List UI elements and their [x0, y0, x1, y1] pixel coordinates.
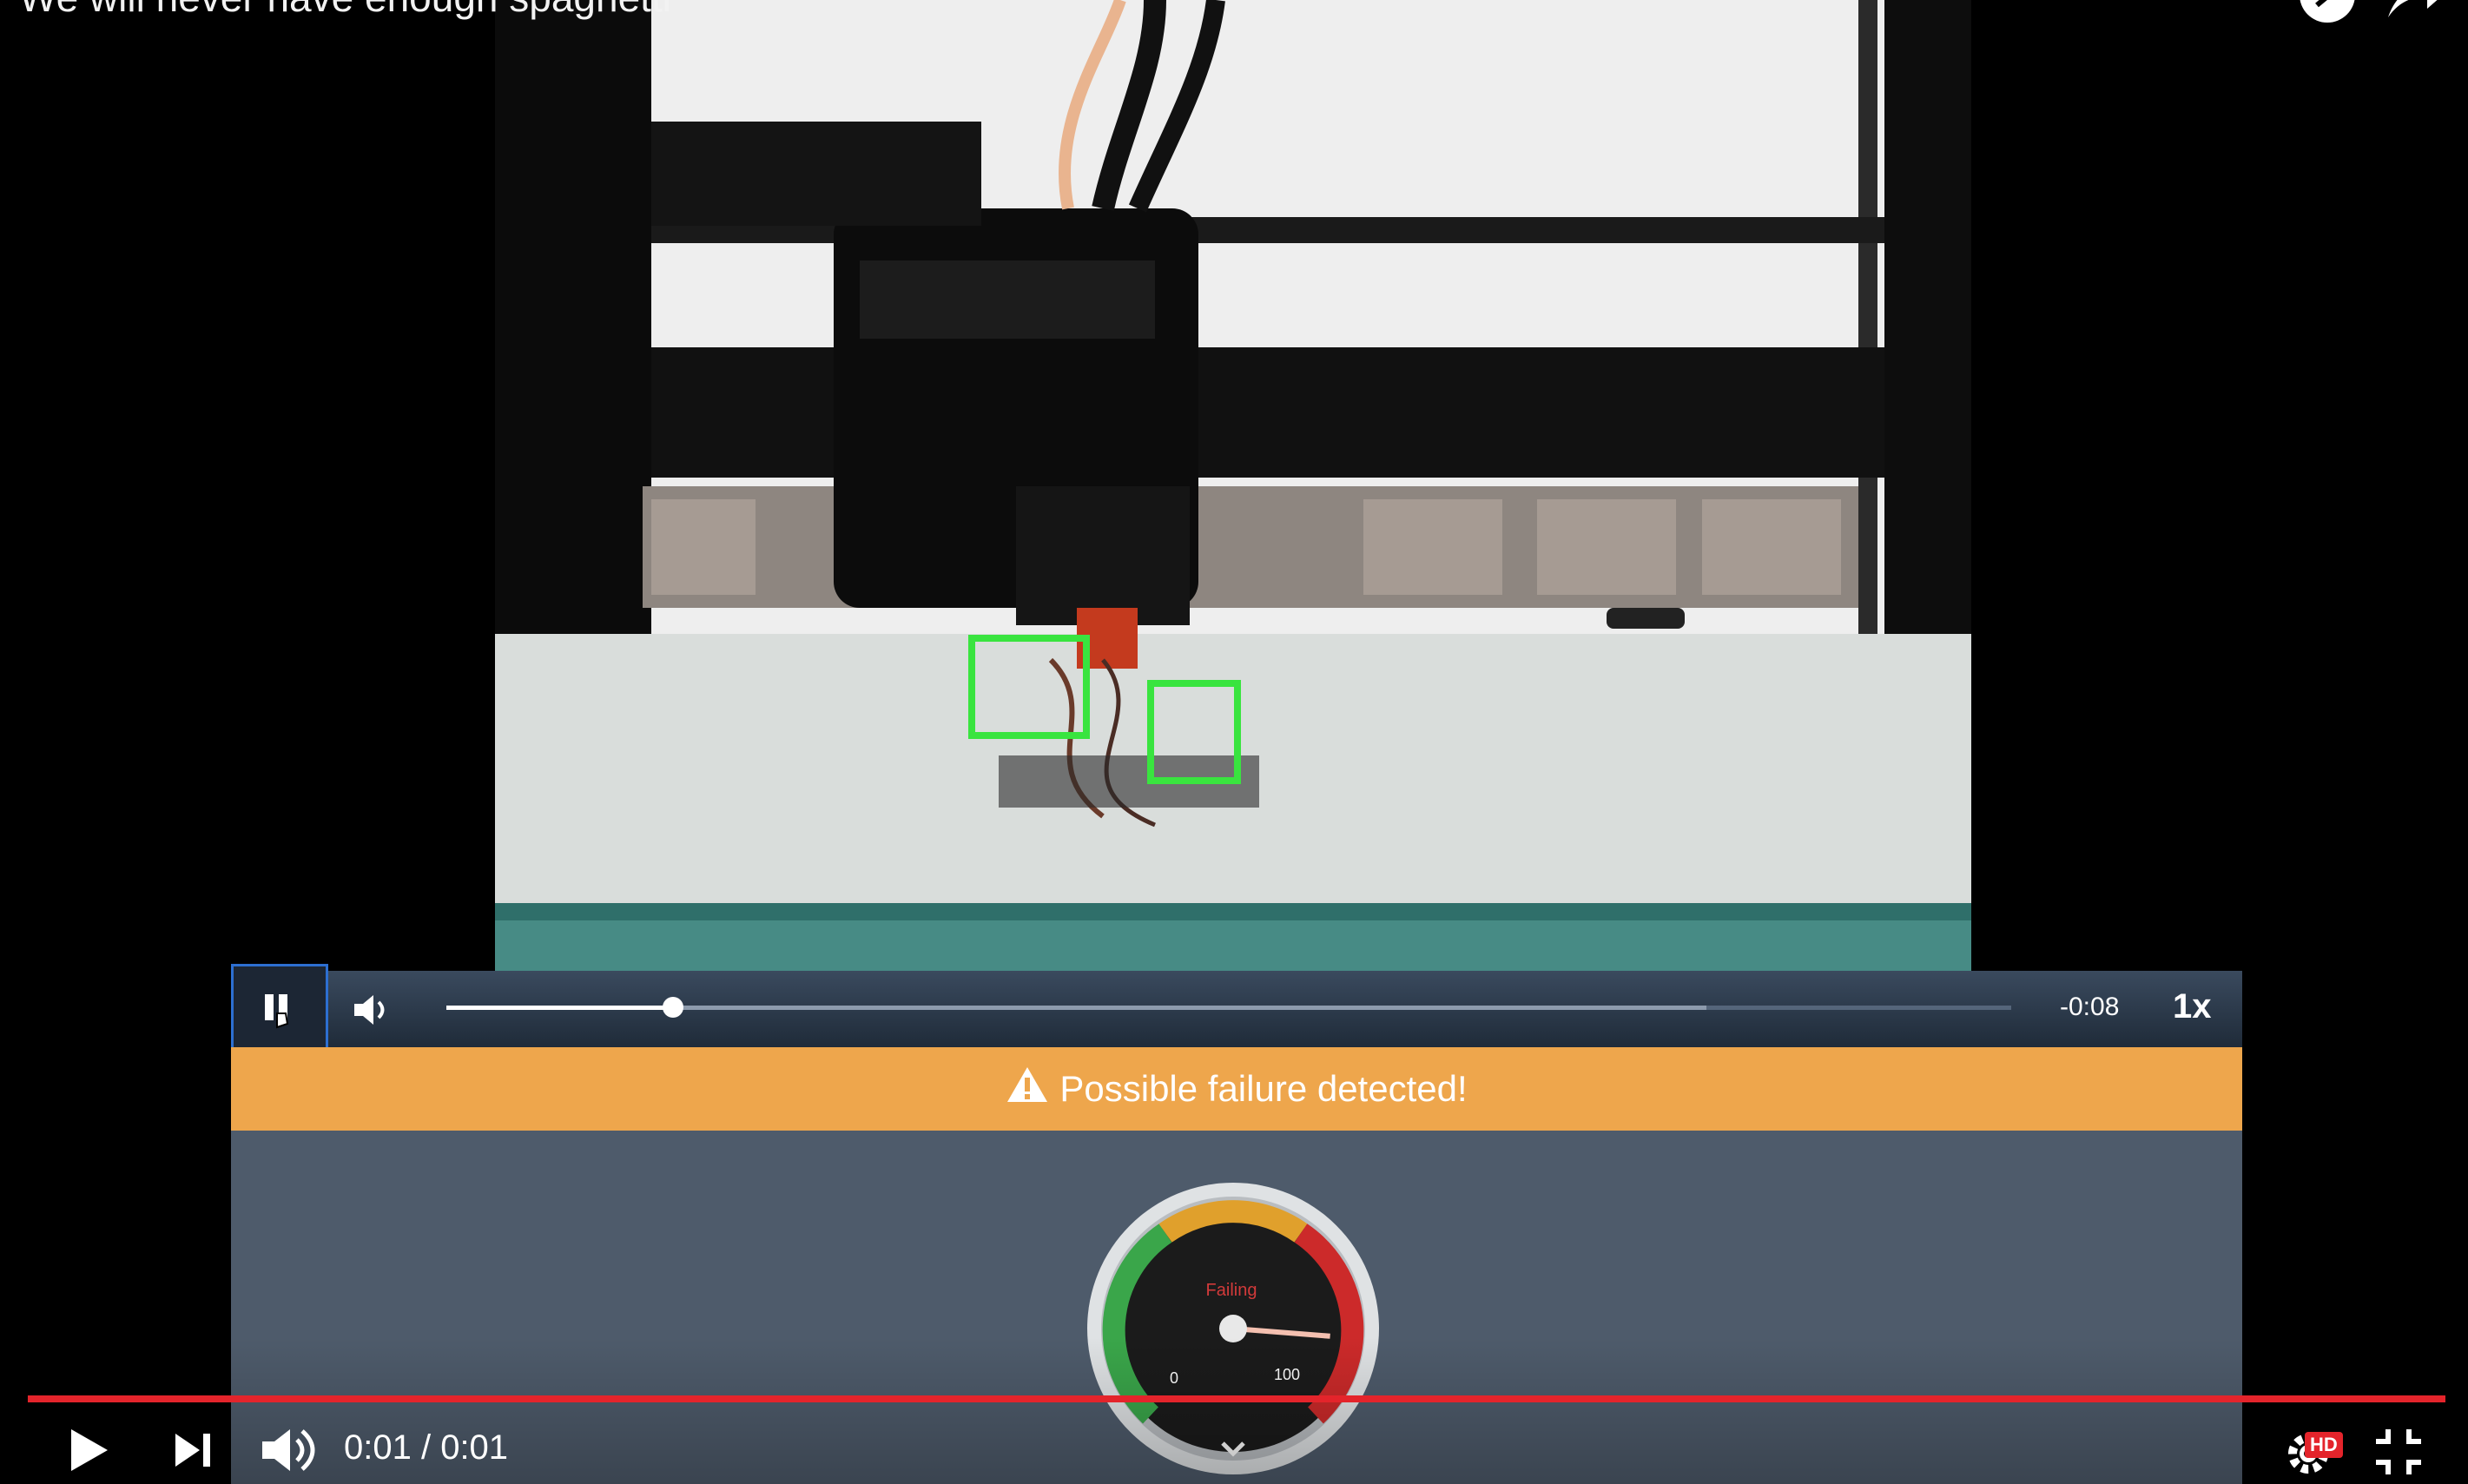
- share-icon[interactable]: [2379, 0, 2449, 35]
- failure-alert-banner: Possible failure detected!: [231, 1047, 2242, 1131]
- embed-speed-button[interactable]: 1x: [2173, 987, 2212, 1026]
- alert-text: Possible failure detected!: [1059, 1068, 1468, 1109]
- video-title[interactable]: We will never have enough spaghetti: [19, 0, 671, 21]
- hd-badge: HD: [2305, 1432, 2343, 1458]
- play-button[interactable]: [63, 1424, 115, 1481]
- warning-icon: [1006, 1065, 1049, 1112]
- time-display: 0:01 / 0:01: [344, 1428, 509, 1467]
- embed-seek-played: [446, 1006, 674, 1010]
- clock-icon[interactable]: [2293, 0, 2362, 35]
- volume-button[interactable]: [257, 1424, 318, 1481]
- video-frame: [495, 0, 1971, 971]
- embed-pause-button[interactable]: [231, 964, 328, 1047]
- embed-volume-icon[interactable]: [349, 988, 393, 1036]
- exit-fullscreen-icon: [2376, 1429, 2421, 1474]
- video-progress-bar[interactable]: [28, 1395, 2445, 1402]
- embed-time-remaining: -0:08: [2060, 993, 2120, 1021]
- next-button[interactable]: [170, 1428, 217, 1476]
- exit-fullscreen-button[interactable]: [2372, 1426, 2425, 1482]
- pause-icon: [265, 994, 289, 1029]
- volume-icon: [262, 1429, 315, 1471]
- cursor-hand-icon: [276, 1012, 289, 1029]
- gauge-label: Failing: [1206, 1281, 1257, 1300]
- next-icon: [175, 1434, 210, 1467]
- play-icon: [71, 1429, 108, 1471]
- video-player[interactable]: We will never have enough spaghetti -0:0…: [0, 0, 2468, 1484]
